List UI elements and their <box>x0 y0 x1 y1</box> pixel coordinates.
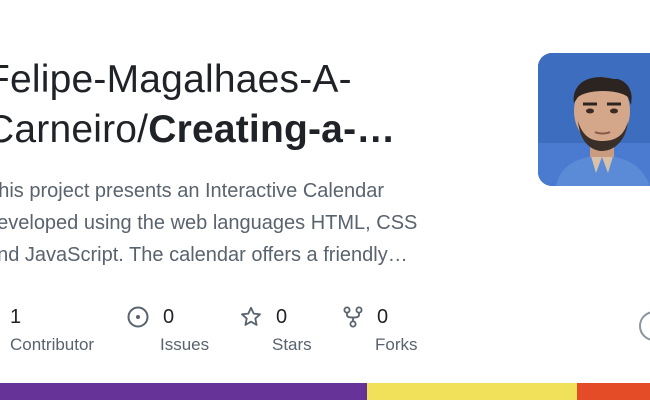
issue-icon <box>127 306 149 328</box>
repo-owner-rest: Carneiro/ <box>0 108 149 151</box>
github-logo-icon <box>639 311 650 341</box>
repo-title[interactable]: Felipe-Magalhaes-A- Carneiro/Creating-a-… <box>0 55 506 155</box>
language-segment <box>0 383 368 400</box>
repo-description: This project presents an Interactive Cal… <box>0 175 466 271</box>
language-segment <box>576 383 650 400</box>
forks-count: 0 <box>377 305 389 328</box>
contributors-count: 1 <box>10 305 22 328</box>
stars-count: 0 <box>276 305 288 328</box>
issues-count: 0 <box>163 305 175 328</box>
star-icon <box>241 306 261 326</box>
fork-icon <box>343 306 363 328</box>
language-segment <box>367 383 577 400</box>
description-line: and JavaScript. The calendar offers a fr… <box>0 244 408 266</box>
stat-stars[interactable]: 0 Stars <box>240 303 312 354</box>
stat-issues[interactable]: 0 Issues <box>127 303 209 354</box>
issues-label: Issues <box>160 335 210 354</box>
contributors-label: Contributor <box>10 335 95 354</box>
stat-contributors[interactable]: 1 Contributor <box>0 303 94 355</box>
repo-name: Creating-a-… <box>148 108 396 151</box>
description-line: developed using the web languages HTML, … <box>0 212 418 234</box>
forks-label: Forks <box>375 335 418 354</box>
description-line: This project presents an Interactive Cal… <box>0 180 384 202</box>
repo-owner-line: Felipe-Magalhaes-A- <box>0 58 352 101</box>
language-bar <box>0 383 650 400</box>
stars-label: Stars <box>272 335 312 354</box>
owner-avatar <box>538 53 650 186</box>
stat-forks[interactable]: 0 Forks <box>343 303 418 354</box>
avatar-portrait-icon <box>538 53 650 186</box>
